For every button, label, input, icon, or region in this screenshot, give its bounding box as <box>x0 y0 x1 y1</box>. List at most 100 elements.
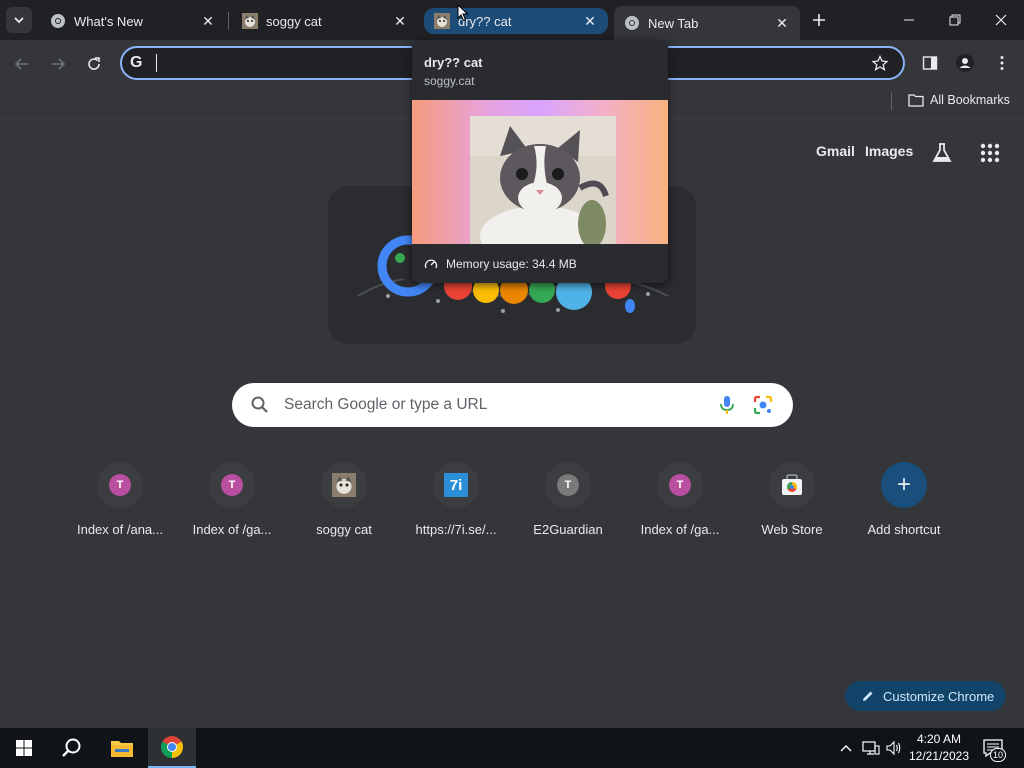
reload-button[interactable] <box>81 51 107 77</box>
cat-photo-icon <box>470 116 616 244</box>
cat-thumbnail-icon <box>332 473 356 497</box>
clock-date: 12/21/2023 <box>908 749 970 763</box>
folder-icon <box>908 94 924 107</box>
windows-logo-icon <box>16 740 32 756</box>
hover-card-memory: Memory usage: 34.4 MB <box>424 257 577 271</box>
google-apps-icon[interactable] <box>978 141 1002 165</box>
tab-hover-card: dry?? cat soggy.cat Memory usage: 34.4 M… <box>412 40 668 283</box>
chrome-taskbar-button[interactable] <box>148 728 196 768</box>
chevron-up-icon <box>840 745 852 752</box>
close-icon[interactable]: ✕ <box>774 15 790 31</box>
shortcut-bubble <box>321 462 367 508</box>
side-panel-button[interactable] <box>917 50 943 76</box>
tab-separator <box>228 12 229 30</box>
forward-arrow-icon <box>52 58 66 70</box>
plus-icon: + <box>881 462 927 508</box>
start-button[interactable] <box>0 728 48 768</box>
shortcut-tile[interactable]: T Index of /ga... <box>630 462 730 548</box>
tab-soggy-cat[interactable]: soggy cat ✕ <box>232 6 418 36</box>
shortcut-tile[interactable]: T Index of /ga... <box>182 462 282 548</box>
restore-button[interactable] <box>932 0 978 40</box>
labs-flask-icon[interactable] <box>930 141 954 165</box>
new-tab-button[interactable] <box>808 9 830 31</box>
shortcut-letter-icon: T <box>221 474 243 496</box>
google-lens-icon[interactable] <box>752 394 774 416</box>
microphone-icon[interactable] <box>716 394 738 416</box>
network-button[interactable] <box>860 738 882 758</box>
close-icon <box>995 14 1007 26</box>
forward-button[interactable] <box>45 51 71 77</box>
speaker-icon <box>886 740 901 756</box>
profile-icon <box>956 54 974 72</box>
shortcut-bubble: T <box>545 462 591 508</box>
notification-count-badge: 10 <box>990 748 1006 762</box>
chrome-icon <box>50 13 66 29</box>
bookmarks-separator <box>891 92 892 110</box>
file-explorer-button[interactable] <box>98 728 146 768</box>
taskbar-search-button[interactable] <box>48 728 96 768</box>
memory-usage-label: Memory usage: 34.4 MB <box>446 257 577 271</box>
minimize-button[interactable] <box>886 0 932 40</box>
shortcut-tile[interactable]: Web Store <box>742 462 842 548</box>
search-icon <box>62 738 81 757</box>
minimize-icon <box>904 19 914 21</box>
hover-card-domain: soggy.cat <box>424 74 475 88</box>
tab-title: soggy cat <box>266 13 322 29</box>
customize-chrome-button[interactable]: Customize Chrome <box>845 681 1006 711</box>
mouse-cursor-icon <box>457 4 469 22</box>
star-icon <box>872 55 888 71</box>
pencil-icon <box>863 691 873 701</box>
side-panel-icon <box>922 56 938 70</box>
shortcut-tile[interactable]: 7i https://7i.se/... <box>406 462 506 548</box>
all-bookmarks-button[interactable]: All Bookmarks <box>908 90 1010 110</box>
images-link[interactable]: Images <box>865 143 913 163</box>
shortcut-letter-icon: T <box>557 474 579 496</box>
gmail-link[interactable]: Gmail <box>816 143 855 163</box>
tab-title: What's New <box>74 13 143 29</box>
shortcut-tile[interactable]: T Index of /ana... <box>70 462 170 548</box>
close-icon[interactable]: ✕ <box>200 13 216 29</box>
reload-icon <box>88 57 100 70</box>
tab-title: dry?? cat <box>458 13 512 29</box>
shortcut-label: Web Store <box>761 522 823 537</box>
shortcut-bubble: T <box>657 462 703 508</box>
web-store-icon <box>782 474 802 495</box>
cat-thumbnail-icon <box>434 13 450 29</box>
shortcut-tile[interactable]: T E2Guardian <box>518 462 618 548</box>
tab-title: New Tab <box>648 15 699 31</box>
chrome-icon <box>161 736 183 758</box>
gauge-icon <box>424 259 438 269</box>
restore-icon <box>949 14 961 26</box>
search-icon <box>251 396 268 413</box>
shortcut-label: Index of /ga... <box>192 522 272 537</box>
tab-dry-cat[interactable]: dry?? cat ✕ <box>424 8 608 34</box>
shortcut-label: Index of /ga... <box>640 522 720 537</box>
add-shortcut-tile[interactable]: + Add shortcut <box>854 462 954 548</box>
shortcut-label: E2Guardian <box>533 522 603 537</box>
shortcut-letter-icon: T <box>109 474 131 496</box>
shortcut-bubble: T <box>97 462 143 508</box>
show-hidden-icons-button[interactable] <box>838 738 854 758</box>
profile-button[interactable] <box>952 50 978 76</box>
bookmark-star-button[interactable] <box>870 53 890 73</box>
hover-card-title: dry?? cat <box>424 55 483 70</box>
tab-new-tab[interactable]: New Tab ✕ <box>614 6 800 40</box>
ntp-search-box[interactable]: Search Google or type a URL <box>232 383 793 427</box>
tab-search-button[interactable] <box>6 7 32 33</box>
google-g-icon: G <box>130 54 143 71</box>
tab-whats-new[interactable]: What's New ✕ <box>40 6 226 36</box>
close-icon[interactable]: ✕ <box>392 13 408 29</box>
menu-button[interactable] <box>989 50 1015 76</box>
site-7i-icon: 7i <box>444 473 468 497</box>
taskbar-clock[interactable]: 4:20 AM 12/21/2023 <box>908 731 970 765</box>
shortcut-label: soggy cat <box>316 522 372 537</box>
clock-time: 4:20 AM <box>916 732 962 746</box>
close-icon[interactable]: ✕ <box>582 13 598 29</box>
close-window-button[interactable] <box>978 0 1024 40</box>
volume-button[interactable] <box>884 738 904 758</box>
back-arrow-icon <box>14 58 28 70</box>
plus-icon <box>813 14 825 26</box>
back-button[interactable] <box>9 51 35 77</box>
shortcut-tile[interactable]: soggy cat <box>294 462 394 548</box>
search-placeholder: Search Google or type a URL <box>284 396 488 413</box>
